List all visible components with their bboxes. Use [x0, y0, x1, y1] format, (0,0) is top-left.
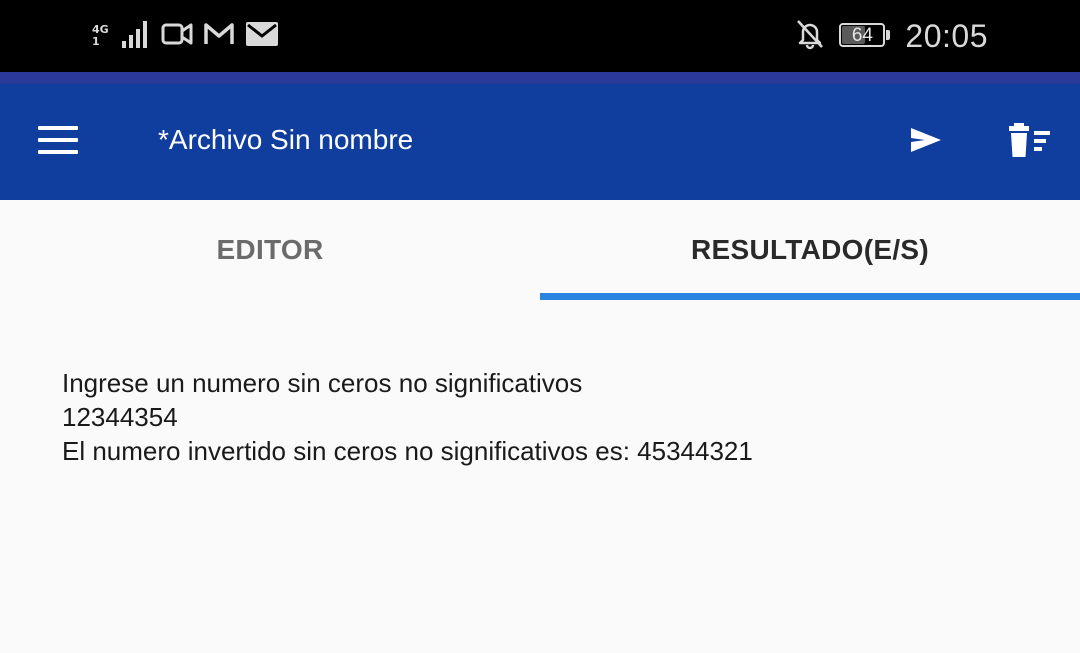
app-bar: *Archivo Sin nombre — [0, 84, 1080, 200]
status-bar: 4G 1 64 20:05 — [0, 0, 1080, 72]
network-type-indicator: 4G 1 — [92, 24, 109, 48]
file-title: *Archivo Sin nombre — [158, 124, 414, 155]
video-camera-icon — [161, 19, 193, 53]
tab-result-label: RESULTADO(E/S) — [690, 234, 930, 265]
output-line-result: El numero invertido sin ceros no signifi… — [62, 436, 753, 466]
menu-button[interactable] — [28, 112, 88, 172]
console-output: Ingrese un numero sin ceros no significa… — [62, 366, 1042, 468]
gmail-icon — [203, 19, 235, 53]
tab-selected-indicator — [540, 293, 1080, 300]
output-line-input: 12344354 — [62, 402, 178, 432]
tab-bar: EDITOR RESULTADO(E/S) — [0, 200, 1080, 300]
tab-editor-label: EDITOR — [216, 234, 324, 265]
menu-icon — [37, 124, 79, 160]
battery-level: 64 — [851, 25, 873, 46]
signal-icon — [121, 19, 151, 53]
tab-editor[interactable]: EDITOR — [0, 200, 540, 300]
play-icon — [909, 127, 943, 157]
run-button[interactable] — [896, 112, 956, 172]
clear-output-button[interactable] — [1000, 112, 1060, 172]
output-line-prompt: Ingrese un numero sin ceros no significa… — [62, 368, 583, 398]
network-sub-label: 1 — [92, 35, 100, 48]
status-right-group: 64 20:05 — [795, 16, 988, 56]
mail-icon — [245, 19, 279, 53]
tab-result[interactable]: RESULTADO(E/S) — [540, 200, 1080, 300]
status-clock: 20:05 — [905, 17, 988, 54]
status-bar-strip — [0, 72, 1080, 84]
battery-icon: 64 — [839, 23, 891, 49]
clear-all-icon — [1008, 121, 1052, 163]
status-left-group: 4G 1 — [92, 18, 279, 54]
notifications-off-icon — [795, 18, 825, 54]
